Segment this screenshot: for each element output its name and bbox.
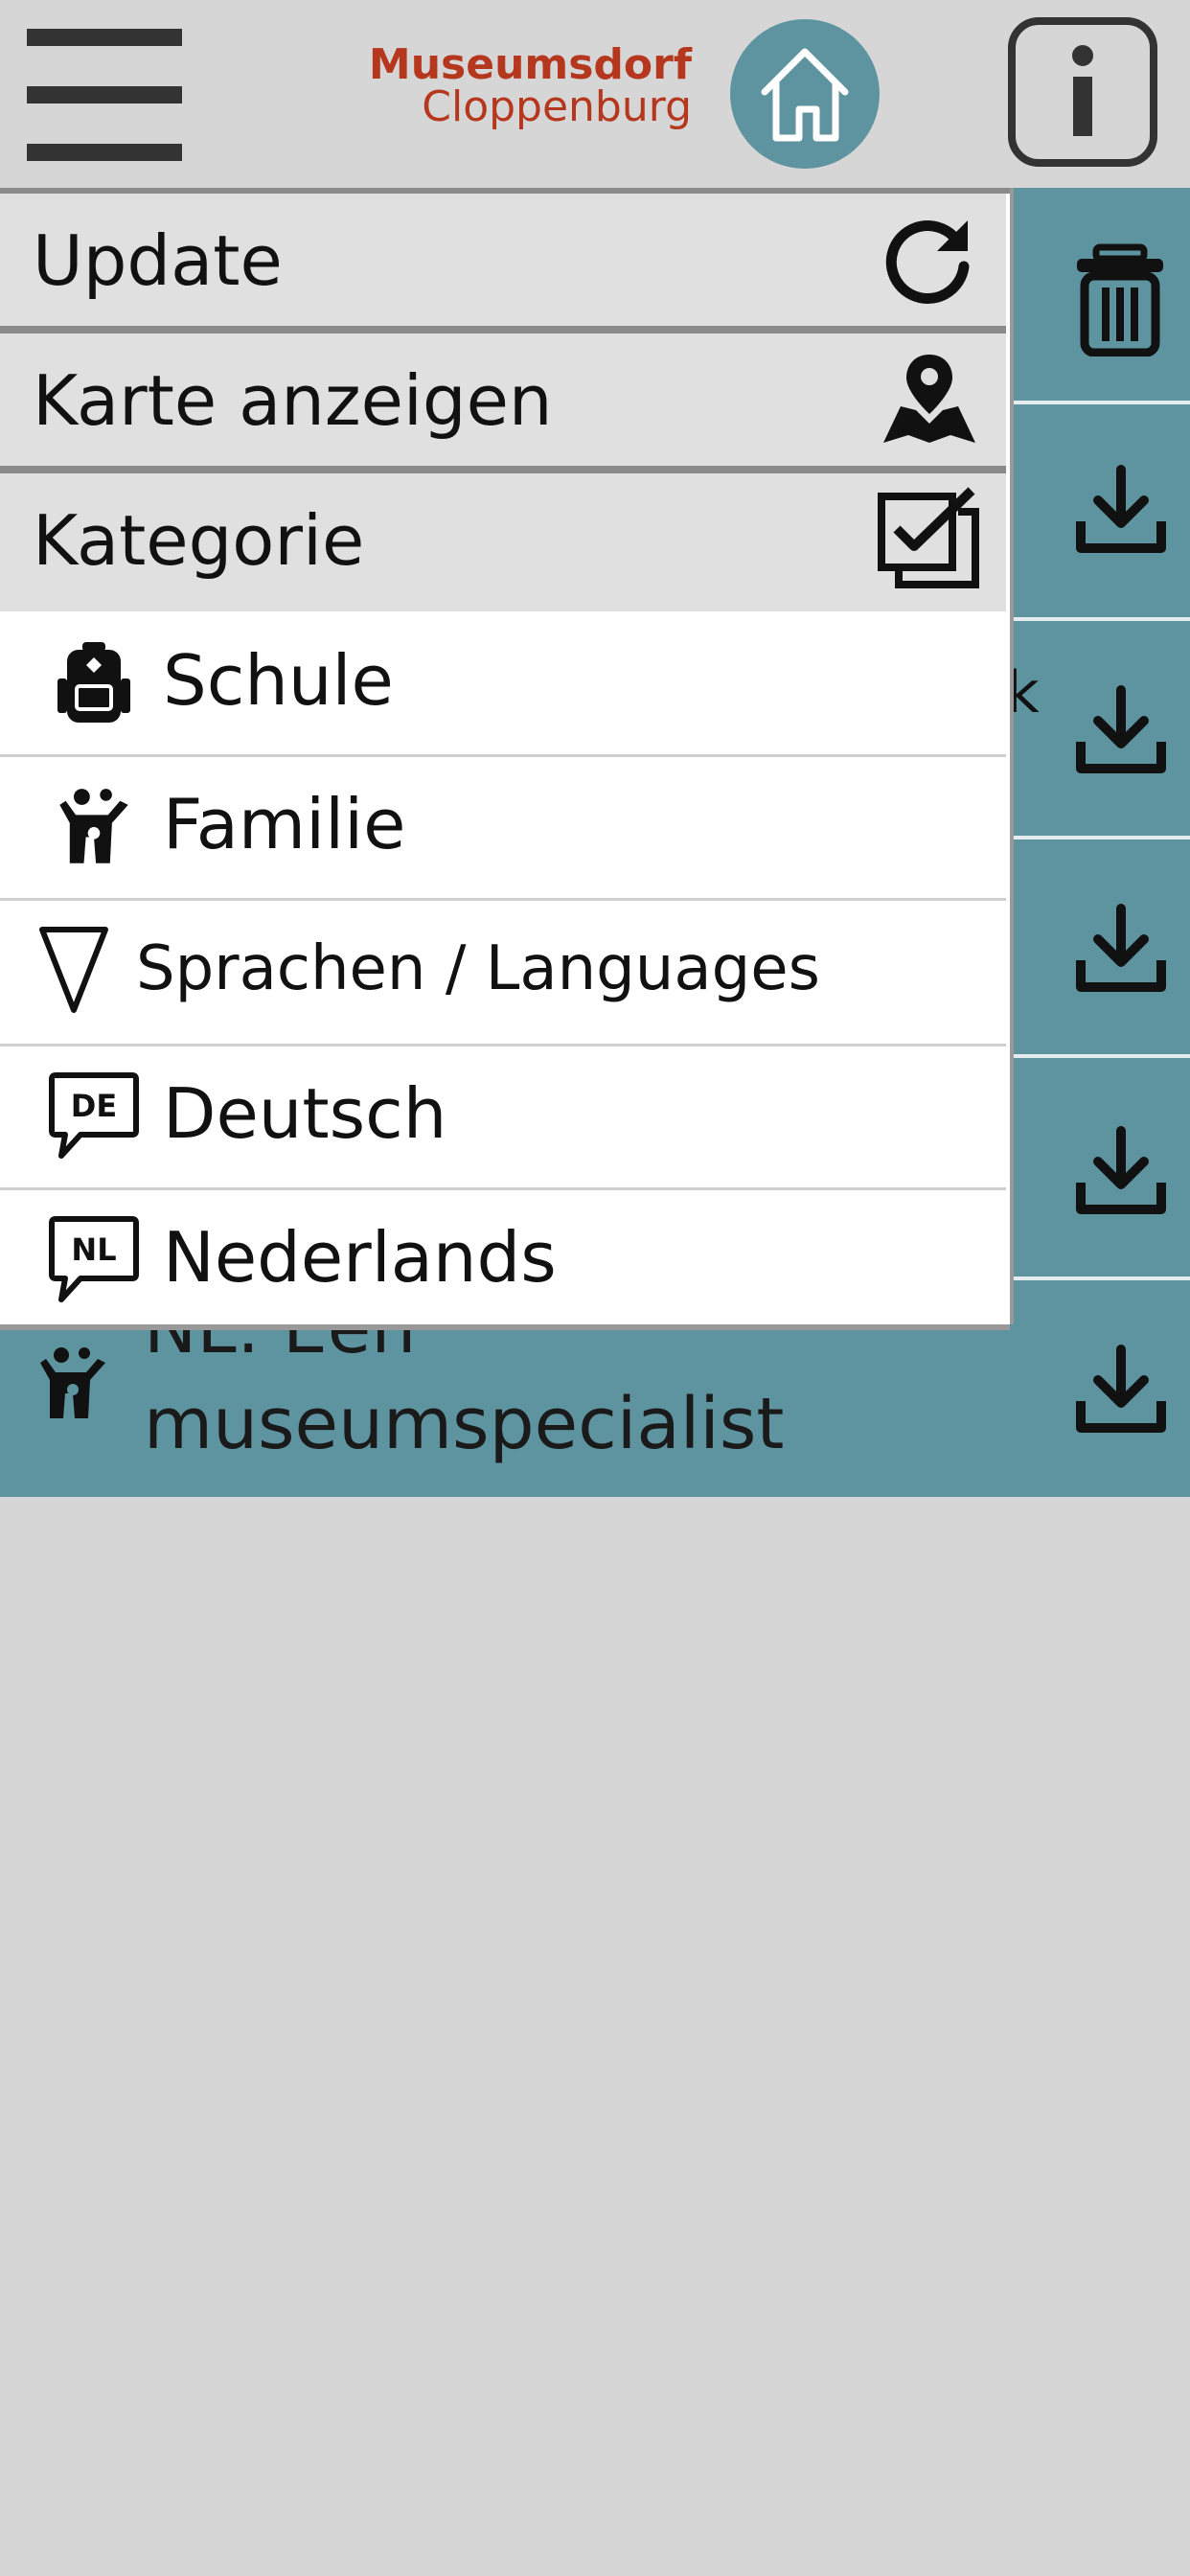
download-icon[interactable] [1073,1123,1169,1219]
family-icon [40,1347,105,1418]
download-icon[interactable] [1073,682,1169,778]
menu-map-label: Karte anzeigen [33,360,553,441]
menu-item-languages[interactable]: Sprachen / Languages [0,901,1006,1046]
menu-item-familie[interactable]: Familie [0,757,1006,901]
download-icon[interactable] [1073,1342,1169,1438]
family-icon [59,789,128,863]
info-button[interactable] [1008,17,1157,167]
truncated-title-fragment: k [1006,659,1040,726]
menu-update[interactable]: Update [0,194,1006,334]
menu-item-familie-label: Familie [163,784,406,864]
home-button[interactable] [730,19,880,169]
triangle-down-icon [39,927,108,1013]
menu-item-languages-label: Sprachen / Languages [136,933,820,1004]
menu-update-label: Update [33,220,283,301]
hamburger-menu-icon[interactable] [27,29,182,161]
museum-logo: Museumsdorf Cloppenburg [366,44,692,128]
logo-line1: Museumsdorf [368,40,692,89]
de-speech-bubble-icon: DE [49,1072,139,1159]
download-icon[interactable] [1073,462,1169,558]
menu-item-deutsch-label: Deutsch [163,1073,447,1154]
map-pin-icon [883,355,975,443]
menu-item-schule[interactable]: Schule [0,611,1006,757]
menu-item-nederlands[interactable]: NL Nederlands [0,1190,1006,1324]
menu-map[interactable]: Karte anzeigen [0,334,1006,473]
menu-category[interactable]: Kategorie [0,473,1006,611]
menu-category-label: Kategorie [33,500,365,581]
menu-item-deutsch[interactable]: DE Deutsch [0,1046,1006,1190]
menu-item-schule-label: Schule [163,640,394,721]
logo-line2: Cloppenburg [422,82,692,131]
nl-speech-bubble-icon: NL [49,1216,139,1302]
svg-text:NL: NL [71,1231,116,1268]
checkbox-icon [878,487,979,588]
svg-text:DE: DE [71,1088,117,1124]
trash-icon[interactable] [1067,242,1173,356]
refresh-icon [885,220,970,304]
menu-item-nederlands-label: Nederlands [163,1217,557,1298]
info-icon [1008,17,1157,167]
list-item-title-line2: museumspecialist [144,1383,785,1465]
side-menu: Update Karte anzeigen Kategorie Schule F… [0,188,1010,1324]
download-icon[interactable] [1073,901,1169,997]
home-icon [761,48,849,142]
backpack-icon [57,642,130,723]
app-header: Museumsdorf Cloppenburg [0,0,1190,188]
